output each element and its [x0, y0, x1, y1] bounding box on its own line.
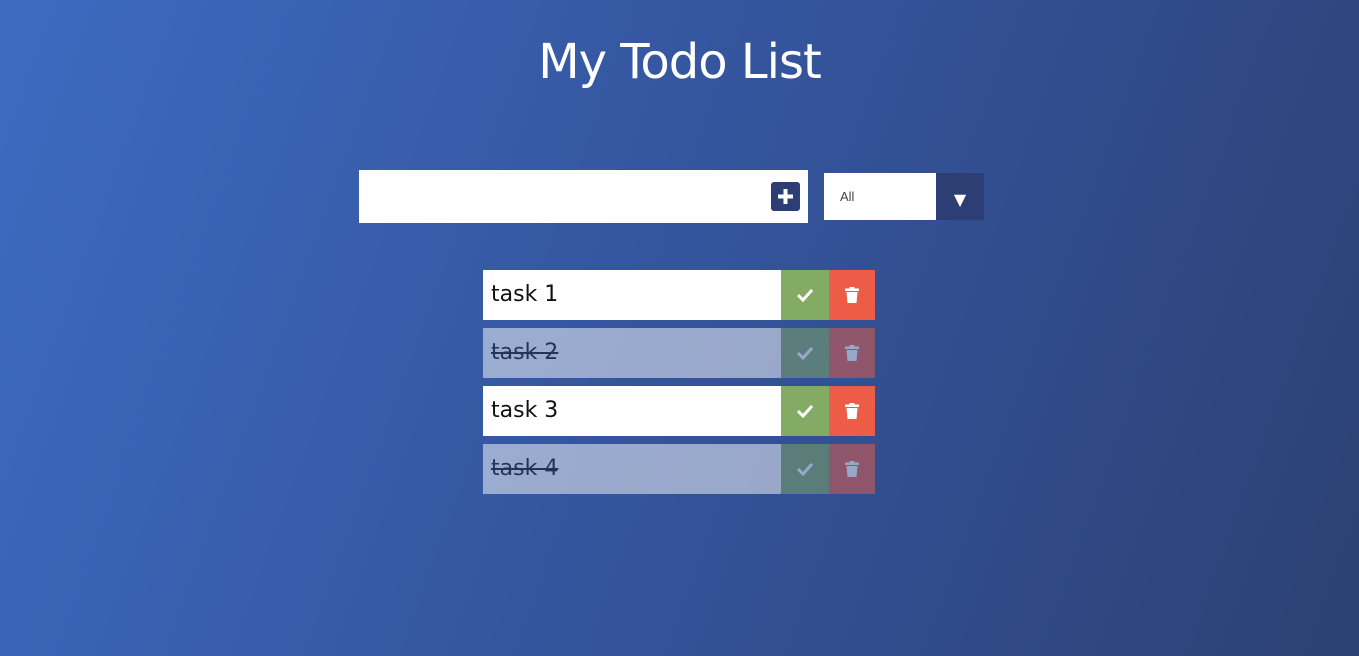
- todo-item: task 3: [483, 386, 875, 436]
- check-icon: [796, 288, 814, 302]
- plus-icon: [778, 189, 793, 204]
- todo-input-container: [359, 170, 808, 223]
- trash-icon: [845, 345, 859, 361]
- todo-text: task 1: [483, 270, 781, 320]
- delete-button[interactable]: [829, 444, 875, 494]
- complete-button[interactable]: [781, 328, 829, 378]
- trash-icon: [845, 403, 859, 419]
- todo-text: task 4: [483, 444, 781, 494]
- filter-select[interactable]: All ▼: [824, 173, 984, 220]
- trash-icon: [845, 461, 859, 477]
- dropdown-arrow-icon[interactable]: ▼: [936, 173, 984, 220]
- check-icon: [796, 462, 814, 476]
- todo-list: task 1 task 2 task 3 task 4: [483, 270, 875, 502]
- todo-text: task 3: [483, 386, 781, 436]
- delete-button[interactable]: [829, 270, 875, 320]
- filter-select-value: All: [840, 189, 855, 204]
- todo-input[interactable]: [359, 170, 759, 223]
- todo-item: task 2: [483, 328, 875, 378]
- page-title: My Todo List: [538, 34, 822, 90]
- delete-button[interactable]: [829, 386, 875, 436]
- add-todo-button[interactable]: [771, 182, 800, 211]
- check-icon: [796, 346, 814, 360]
- complete-button[interactable]: [781, 270, 829, 320]
- todo-item: task 1: [483, 270, 875, 320]
- check-icon: [796, 404, 814, 418]
- todo-text: task 2: [483, 328, 781, 378]
- delete-button[interactable]: [829, 328, 875, 378]
- complete-button[interactable]: [781, 444, 829, 494]
- trash-icon: [845, 287, 859, 303]
- complete-button[interactable]: [781, 386, 829, 436]
- todo-item: task 4: [483, 444, 875, 494]
